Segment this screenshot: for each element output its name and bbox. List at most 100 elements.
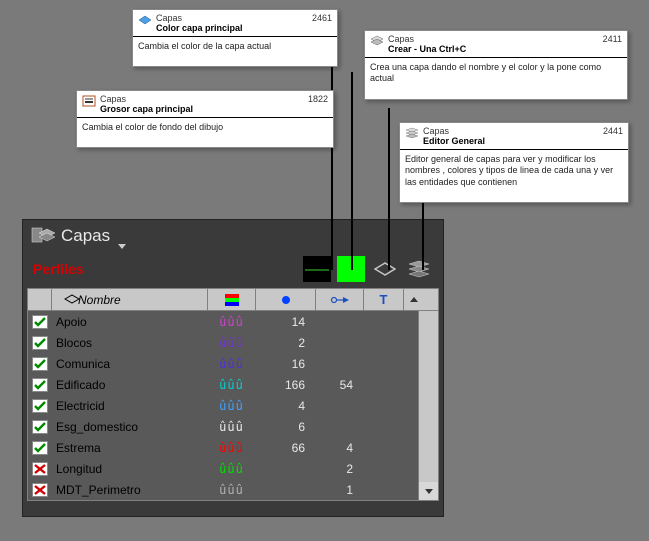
grid-body: Apoioûûû14Blocosûûû2Comunicaûûû16Edifica… (28, 311, 438, 500)
rgb-icon (225, 294, 239, 306)
layer-color-swatch[interactable]: ûûû (208, 336, 256, 350)
layer-name: Estrema (52, 441, 208, 455)
tooltip-title: Grosor capa principal (100, 104, 302, 114)
tooltip-id: 2411 (597, 34, 622, 44)
tooltip-id: 2441 (597, 126, 623, 136)
header-count2[interactable] (316, 289, 364, 310)
layer-row[interactable]: Esg_domesticoûûû6 (28, 416, 438, 437)
header-name-label: Nombre (78, 293, 121, 307)
layers-grid: Nombre T Apoioûûû14Blocosûûû2Comunicaûûû… (27, 288, 439, 501)
layer-row[interactable]: MDT_Perimetroûûû 1 (28, 479, 438, 500)
layer-color-swatch[interactable]: ûûû (208, 399, 256, 413)
editor-button[interactable] (405, 256, 433, 282)
tooltip-category: Capas (423, 126, 597, 136)
tooltip-body: Cambia el color de la capa actual (133, 37, 337, 66)
layers-icon (370, 34, 384, 48)
check-icon (32, 315, 48, 329)
grid-header: Nombre T (28, 289, 438, 311)
check-icon (32, 420, 48, 434)
tooltip-id: 2461 (306, 13, 332, 23)
tooltip-title: Color capa principal (156, 23, 306, 33)
tooltip-category: Capas (156, 13, 306, 23)
layer-color-swatch[interactable]: ûûû (208, 420, 256, 434)
layer-name: Comunica (52, 357, 208, 371)
section-label: Perfiles (33, 261, 297, 277)
layer-row[interactable]: Estremaûûû664 (28, 437, 438, 458)
tooltip-body: Crea una capa dando el nombre y el color… (365, 58, 627, 99)
layer-color-swatch[interactable]: ûûû (208, 357, 256, 371)
layer-color-swatch[interactable]: ûûû (208, 315, 256, 329)
layer-count-1: 6 (256, 420, 316, 434)
layer-count-1: 2 (256, 336, 316, 350)
layer-count-1: 16 (256, 357, 316, 371)
layer-name: Blocos (52, 336, 208, 350)
layer-color-swatch[interactable]: ûûû (208, 441, 256, 455)
layer-icon (64, 293, 80, 307)
header-text[interactable]: T (364, 289, 404, 310)
tooltip-body: Cambia el color de fondo del dibujo (77, 118, 333, 147)
tooltip-editor: Capas Editor General 2441 Editor general… (399, 122, 629, 203)
layers-stack-icon (405, 126, 419, 140)
leader-line (388, 108, 390, 270)
layer-row[interactable]: Edificadoûûû16654 (28, 374, 438, 395)
layer-visibility-checkbox[interactable] (28, 378, 52, 392)
tooltip-category: Capas (100, 94, 302, 104)
check-icon (32, 378, 48, 392)
toolbar-row: Perfiles (23, 256, 443, 288)
layer-visibility-checkbox[interactable] (28, 420, 52, 434)
layer-row[interactable]: Comunicaûûû16 (28, 353, 438, 374)
tooltip-title: Editor General (423, 136, 597, 146)
layer-visibility-checkbox[interactable] (28, 357, 52, 371)
linetype-icon (330, 295, 350, 305)
layer-count-2: 54 (316, 378, 364, 392)
layer-count-1: 166 (256, 378, 316, 392)
layer-icon (138, 13, 152, 27)
layer-visibility-checkbox[interactable] (28, 441, 52, 455)
leader-line (351, 72, 353, 270)
layers-panel: Capas Perfiles Nombre (22, 219, 444, 517)
layer-name: MDT_Perimetro (52, 483, 208, 497)
layer-row[interactable]: Apoioûûû14 (28, 311, 438, 332)
layer-count-2: 4 (316, 441, 364, 455)
tooltip-category: Capas (388, 34, 597, 44)
header-color[interactable] (208, 289, 256, 310)
layer-visibility-checkbox[interactable] (28, 462, 52, 476)
header-count1[interactable] (256, 289, 316, 310)
thickness-icon (82, 94, 96, 108)
layer-row[interactable]: Electricidûûû4 (28, 395, 438, 416)
check-icon (32, 441, 48, 455)
layer-name: Esg_domestico (52, 420, 208, 434)
layer-color-swatch[interactable]: ûûû (208, 483, 256, 497)
scrollbar[interactable] (418, 311, 438, 500)
layer-name: Electricid (52, 399, 208, 413)
panel-title-bar[interactable]: Capas (23, 220, 443, 256)
tooltip-id: 1822 (302, 94, 328, 104)
header-checkbox[interactable] (28, 289, 52, 310)
layer-visibility-checkbox[interactable] (28, 483, 52, 497)
layer-name: Longitud (52, 462, 208, 476)
layer-row[interactable]: Longitudûûû 2 (28, 458, 438, 479)
layer-count-1: 4 (256, 399, 316, 413)
layer-count-2: 2 (316, 462, 364, 476)
layer-name: Apoio (52, 315, 208, 329)
check-icon (32, 336, 48, 350)
layer-visibility-checkbox[interactable] (28, 315, 52, 329)
grosor-button[interactable] (303, 256, 331, 282)
layer-count-2: 1 (316, 483, 364, 497)
dropdown-icon[interactable] (118, 234, 126, 239)
cross-icon (32, 462, 48, 476)
scroll-up[interactable] (404, 289, 424, 310)
tooltip-color: Capas Color capa principal 2461 Cambia e… (132, 9, 338, 67)
check-icon (32, 399, 48, 413)
scroll-down[interactable] (419, 482, 438, 500)
layer-visibility-checkbox[interactable] (28, 399, 52, 413)
crear-button[interactable] (371, 256, 399, 282)
header-name[interactable]: Nombre (52, 289, 208, 310)
panel-title-label: Capas (61, 226, 110, 246)
layer-color-swatch[interactable]: ûûû (208, 378, 256, 392)
cross-icon (32, 483, 48, 497)
layer-row[interactable]: Blocosûûû2 (28, 332, 438, 353)
layer-name: Edificado (52, 378, 208, 392)
layer-visibility-checkbox[interactable] (28, 336, 52, 350)
layer-color-swatch[interactable]: ûûû (208, 462, 256, 476)
